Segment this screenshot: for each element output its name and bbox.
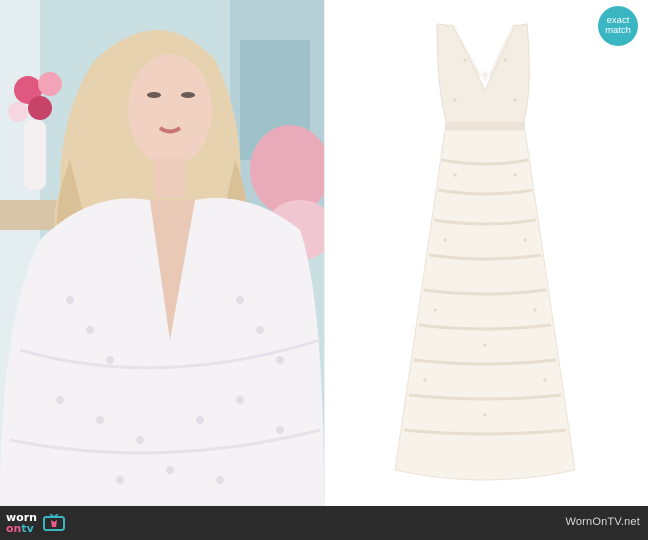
badge-line2: match <box>605 25 631 36</box>
logo-on: on <box>6 521 22 535</box>
tv-icon <box>42 514 65 531</box>
outfit-photo <box>0 0 324 506</box>
gown-illustration <box>394 23 576 481</box>
outfit-photo-illustration <box>0 0 324 506</box>
logo-wordmark: worn ontv <box>6 512 37 534</box>
wornontv-logo[interactable]: worn ontv <box>6 511 65 535</box>
footer-bar: worn ontv WornOnTV.net <box>0 506 648 540</box>
product-photo <box>325 0 648 506</box>
site-url[interactable]: WornOnTV.net <box>565 516 640 528</box>
logo-tv: tv <box>21 521 34 535</box>
exact-match-badge: exact match <box>598 6 638 46</box>
logo-on-tv: ontv <box>6 523 37 534</box>
